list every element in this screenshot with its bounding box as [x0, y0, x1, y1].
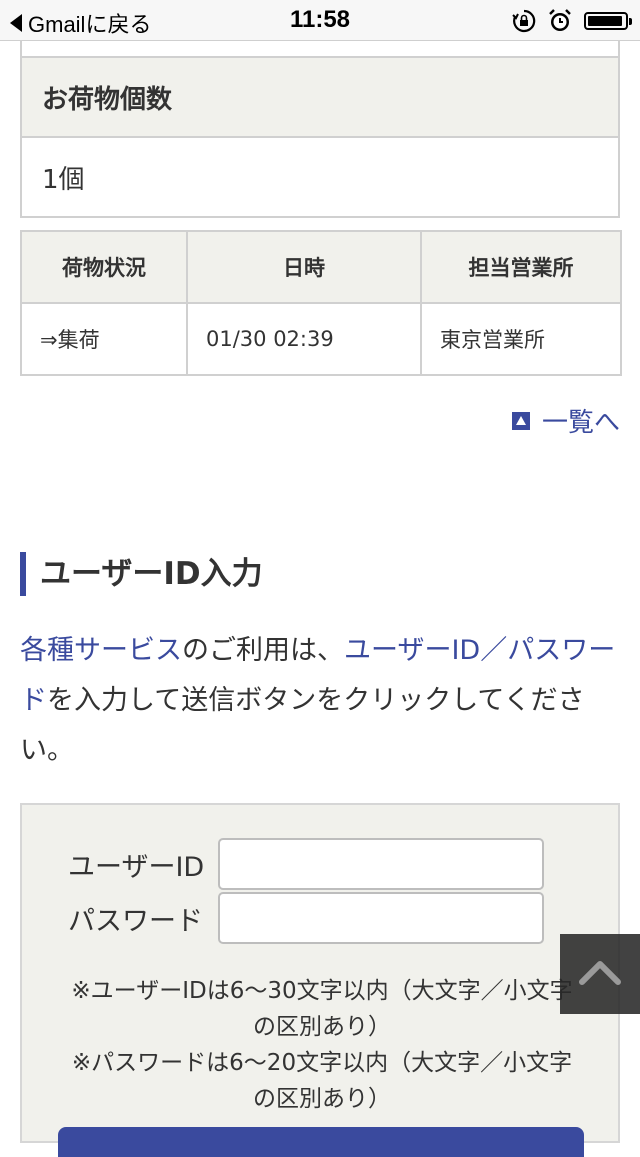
package-count-header: お荷物個数 — [22, 58, 618, 138]
column-header-status: 荷物状況 — [20, 230, 188, 304]
table-header-row: 荷物状況 日時 担当営業所 — [20, 230, 622, 304]
password-input[interactable] — [218, 892, 544, 944]
login-instructions: 各種サービスのご利用は、ユーザーID／パスワードを入力して送信ボタンをクリックし… — [20, 626, 620, 776]
status-icons — [512, 9, 632, 33]
user-id-note: ※ユーザーIDは6〜30文字以内（大文字／小文字の区別あり） — [71, 978, 573, 1040]
chevron-up-icon — [579, 961, 621, 985]
user-id-label: ユーザーID — [68, 852, 205, 883]
login-form: ユーザーID パスワード ※ユーザーIDは6〜30文字以内（大文字／小文字の区別… — [20, 803, 622, 1157]
password-note: ※パスワードは6〜20文字以内（大文字／小文字の区別あり） — [71, 1050, 573, 1112]
tracking-status-table: 荷物状況 日時 担当営業所 ⇒集荷 01/30 02:39 東京営業所 — [20, 230, 622, 376]
up-arrow-icon — [511, 411, 530, 430]
intro-text-2: を入力して送信ボタンをクリックしてください。 — [20, 685, 585, 766]
cell-datetime: 01/30 02:39 — [186, 302, 422, 376]
alarm-icon — [549, 9, 571, 31]
input-notes: ※ユーザーIDは6〜30文字以内（大文字／小文字の区別あり） ※パスワードは6〜… — [22, 973, 622, 1117]
column-header-office: 担当営業所 — [420, 230, 622, 304]
services-link[interactable]: 各種サービス — [20, 635, 182, 666]
status-bar: Gmailに戻る 11:58 — [0, 0, 640, 41]
cell-status: ⇒集荷 — [20, 302, 188, 376]
password-label: パスワード — [68, 906, 203, 937]
cell-office: 東京営業所 — [420, 302, 622, 376]
package-count-value: 1個 — [42, 164, 85, 195]
table-row: ⇒集荷 01/30 02:39 東京営業所 — [20, 302, 622, 376]
orientation-lock-icon — [512, 9, 536, 33]
back-to-list-link[interactable]: 一覧へ — [511, 402, 620, 439]
submit-button[interactable] — [58, 1127, 584, 1157]
back-to-list-label: 一覧へ — [541, 408, 620, 438]
battery-icon — [584, 12, 632, 30]
scroll-to-top-button[interactable] — [560, 934, 640, 1014]
package-count-table: お荷物個数 1個 — [20, 40, 620, 218]
intro-text-1: のご利用は、 — [182, 635, 344, 666]
user-id-input[interactable] — [218, 838, 544, 890]
section-title: ユーザーID入力 — [20, 552, 263, 596]
column-header-datetime: 日時 — [186, 230, 422, 304]
